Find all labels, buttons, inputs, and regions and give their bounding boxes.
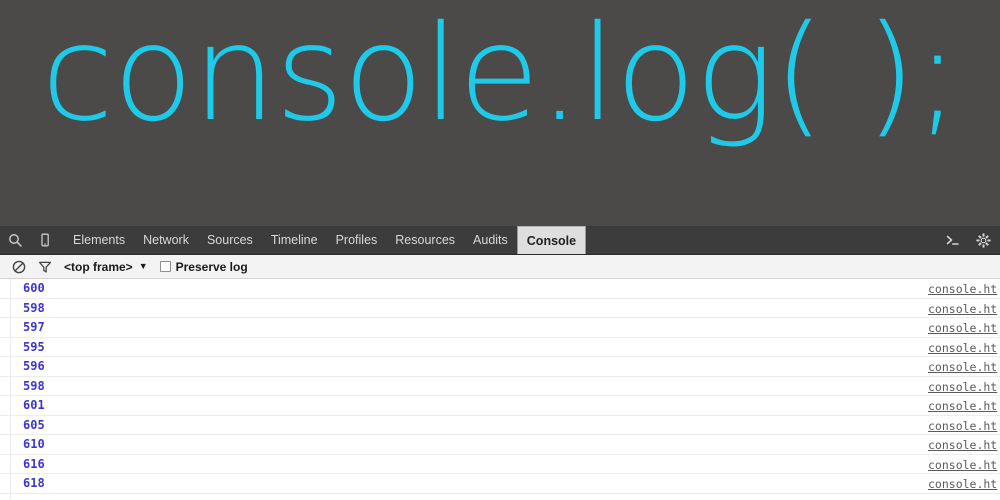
console-source-link[interactable]: console.ht (928, 380, 997, 394)
console-value: 598 (23, 378, 45, 393)
tab-audits[interactable]: Audits (464, 226, 517, 254)
console-source-link[interactable]: console.ht (928, 282, 997, 296)
tab-network[interactable]: Network (134, 226, 198, 254)
devtools-tab-list: Elements Network Sources Timeline Profil… (64, 226, 587, 254)
console-value: 595 (23, 339, 45, 354)
toolbar-right-actions (938, 226, 1000, 254)
console-row[interactable]: 605 console.ht (0, 416, 1000, 435)
page-title: console.log( ); (41, 0, 959, 151)
tab-sources[interactable]: Sources (198, 226, 262, 254)
tab-timeline[interactable]: Timeline (262, 226, 327, 254)
console-value: 596 (23, 359, 45, 374)
console-row[interactable]: 598 console.ht (0, 377, 1000, 396)
console-source-link[interactable]: console.ht (928, 438, 997, 452)
console-value: 618 (23, 476, 45, 491)
preserve-log-label: Preserve log (175, 259, 248, 274)
console-row[interactable]: 598 console.ht (0, 299, 1000, 318)
frame-selector[interactable]: <top frame> ▼ (64, 260, 148, 274)
console-filter-bar: <top frame> ▼ Preserve log (0, 255, 1000, 279)
console-value: 601 (23, 398, 45, 413)
tab-resources[interactable]: Resources (386, 226, 464, 254)
console-source-link[interactable]: console.ht (928, 360, 997, 374)
filter-icon[interactable] (32, 256, 58, 278)
devtools-panel: Elements Network Sources Timeline Profil… (0, 226, 1000, 500)
hero-banner: console.log( ); (0, 0, 1000, 226)
console-row[interactable]: 595 console.ht (0, 338, 1000, 357)
console-message-list[interactable]: 600 console.ht 598 console.ht 597 consol… (0, 279, 1000, 499)
console-row[interactable]: 600 console.ht (0, 279, 1000, 299)
console-row[interactable]: 601 console.ht (0, 396, 1000, 416)
console-row[interactable] (0, 494, 1000, 500)
console-value: 605 (23, 417, 45, 432)
console-source-link[interactable]: console.ht (928, 341, 997, 355)
console-value: 610 (23, 437, 45, 452)
console-source-link[interactable]: console.ht (928, 458, 997, 472)
device-toggle-icon[interactable] (30, 226, 60, 254)
chevron-down-icon: ▼ (138, 261, 148, 271)
console-row[interactable]: 610 console.ht (0, 435, 1000, 455)
console-source-link[interactable]: console.ht (928, 477, 997, 491)
tab-elements[interactable]: Elements (64, 226, 134, 254)
preserve-log-checkbox[interactable] (159, 261, 171, 272)
console-row[interactable]: 597 console.ht (0, 318, 1000, 338)
console-drawer-icon[interactable] (938, 226, 968, 254)
settings-gear-icon[interactable] (968, 226, 998, 254)
search-icon[interactable] (0, 226, 30, 254)
console-source-link[interactable]: console.ht (928, 302, 997, 316)
console-value: 597 (23, 320, 45, 335)
console-source-link[interactable]: console.ht (928, 419, 997, 433)
console-source-link[interactable]: console.ht (928, 321, 997, 335)
console-value: 600 (23, 281, 45, 296)
clear-console-icon[interactable] (6, 256, 32, 278)
console-value: 616 (23, 456, 45, 471)
preserve-log-toggle[interactable]: Preserve log (159, 259, 248, 274)
console-row[interactable]: 616 console.ht (0, 455, 1000, 474)
devtools-toolbar: Elements Network Sources Timeline Profil… (0, 226, 1000, 255)
console-value: 598 (23, 300, 45, 315)
console-row[interactable]: 618 console.ht (0, 474, 1000, 494)
console-row[interactable]: 596 console.ht (0, 357, 1000, 377)
console-source-link[interactable]: console.ht (928, 399, 997, 413)
tab-console[interactable]: Console (516, 226, 587, 254)
frame-selector-label: <top frame> (64, 259, 133, 274)
tab-profiles[interactable]: Profiles (327, 226, 387, 254)
